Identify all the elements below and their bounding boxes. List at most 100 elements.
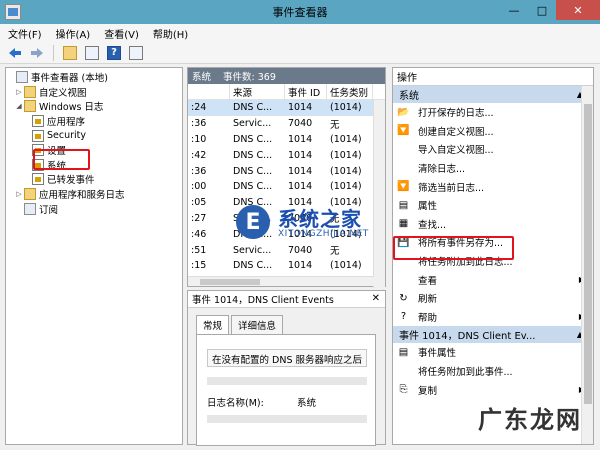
action-properties[interactable]: ▤ 属性 (393, 196, 593, 215)
table-cell: DNS C... (233, 102, 273, 114)
table-cell: :36 (191, 118, 207, 130)
clear-log-icon (397, 162, 410, 174)
detail-scrollbar[interactable] (207, 415, 367, 423)
back-arrow-icon[interactable] (6, 44, 24, 62)
menu-action[interactable]: 操作(A) (56, 26, 91, 41)
column-header-task-category[interactable]: 任务类别 (327, 84, 373, 99)
table-row[interactable]: :36 DNS C... 1014 (1014) (188, 163, 385, 179)
tree-subscriptions[interactable]: 订阅 (6, 201, 182, 216)
menu-bar: 文件(F) 操作(A) 查看(V) 帮助(H) (0, 24, 600, 42)
table-cell: DNS C... (233, 181, 273, 193)
expand-arrow-icon[interactable]: ▷ (14, 88, 24, 96)
tree-item-security[interactable]: Security (6, 128, 182, 143)
menu-view[interactable]: 查看(V) (104, 26, 139, 41)
table-cell: :00 (191, 181, 207, 193)
maximize-button[interactable]: □ (528, 0, 556, 20)
table-row[interactable]: :51 Servic... 7040 无 (188, 242, 385, 258)
action-help[interactable]: ?帮助▶ (393, 308, 593, 327)
watermark-logo: E (236, 205, 270, 239)
tree-item-application[interactable]: 应用程序 (6, 114, 182, 129)
action-refresh[interactable]: ↻ 刷新 (393, 289, 593, 308)
tab-details[interactable]: 详细信息 (231, 315, 284, 335)
section-event[interactable]: 事件 1014，DNS Client Ev... ▲ (393, 326, 593, 344)
table-row[interactable]: :10 DNS C... 1014 (1014) (188, 132, 385, 148)
event-list-header: 系统 事件数: 369 (188, 68, 385, 84)
action-create-custom-view[interactable]: 🔽 创建自定义视图... (393, 122, 593, 141)
watermark-text: 系统之家 (278, 207, 362, 231)
action-filter-current-log[interactable]: 🔽 筛选当前日志... (393, 177, 593, 196)
attach-task-to-event-icon (397, 365, 410, 377)
folder-up-icon[interactable] (61, 44, 79, 62)
action-attach-task-to-event[interactable]: 将任务附加到此事件... (393, 362, 593, 381)
action-open-saved-log[interactable]: 📂 打开保存的日志... (393, 103, 593, 122)
folder-icon (24, 100, 36, 113)
action-label: 帮助 (418, 312, 438, 324)
minimize-button[interactable]: — (500, 0, 528, 20)
message-scrollbar[interactable] (207, 377, 367, 385)
column-header-time[interactable] (188, 84, 230, 99)
event-actions: ▤ 事件属性将任务附加到此事件...⎘复制▶ (393, 343, 593, 399)
action-label: 查找... (418, 219, 447, 231)
horizontal-scrollbar[interactable] (188, 276, 374, 286)
table-row[interactable]: :42 DNS C... 1014 (1014) (188, 147, 385, 163)
table-row[interactable]: :00 DNS C... 1014 (1014) (188, 179, 385, 195)
table-cell: 无 (330, 119, 340, 131)
column-header-source[interactable]: 来源 (230, 84, 285, 99)
tree-apps-services[interactable]: ▷ 应用程序和服务日志 (6, 187, 182, 202)
log-name-label: 日志名称(M): (207, 398, 264, 409)
actions-scrollbar[interactable] (581, 86, 593, 444)
log-icon (32, 115, 44, 128)
column-header-event-id[interactable]: 事件 ID (285, 84, 327, 99)
expand-arrow-icon[interactable]: ▷ (14, 190, 24, 198)
show-hide-tree-icon[interactable] (83, 44, 101, 62)
table-cell: (1014) (330, 133, 362, 145)
table-cell: 1014 (288, 181, 313, 193)
vertical-scrollbar[interactable] (373, 100, 385, 288)
tree-item-forwarded-events[interactable]: 已转发事件 (6, 172, 182, 187)
section-system[interactable]: 系统 ▲ (393, 86, 593, 103)
table-cell: DNS C... (233, 149, 273, 161)
forward-arrow-icon[interactable] (28, 44, 46, 62)
event-properties-icon: ▤ (398, 346, 409, 358)
action-view[interactable]: 查看▶ (393, 270, 593, 289)
table-row[interactable]: :36 Servic... 7040 无 (188, 116, 385, 132)
action-label: 事件属性 (418, 348, 457, 360)
import-custom-view-icon (397, 143, 410, 155)
action-import-custom-view[interactable]: 导入自定义视图... (393, 140, 593, 159)
menu-file[interactable]: 文件(F) (8, 26, 42, 41)
tree-custom-views[interactable]: ▷ 自定义视图 (6, 85, 182, 100)
copy-icon: ⎘ (399, 384, 408, 396)
collapse-arrow-icon[interactable]: ◢ (14, 102, 24, 110)
action-copy[interactable]: ⎘复制▶ (393, 380, 593, 399)
corner-watermark: 广东龙网 (478, 406, 582, 434)
watermark-subtext: XITONGZHIJIA.NET (278, 229, 369, 239)
show-hide-action-pane-icon[interactable] (127, 44, 145, 62)
highlight-save-all-annotation (393, 236, 514, 260)
event-list-pane: 系统 事件数: 369 来源 事件 ID 任务类别 :24 DNS C... 101… (187, 67, 386, 288)
table-cell: 1014 (288, 260, 313, 272)
action-label: 导入自定义视图... (418, 145, 494, 157)
tab-general[interactable]: 常规 (196, 315, 230, 335)
table-row[interactable]: :15 DNS C... 1014 (1014) (188, 258, 385, 274)
menu-help[interactable]: 帮助(H) (153, 26, 188, 41)
filter-current-log-icon: 🔽 (397, 181, 410, 193)
close-icon[interactable]: ✕ (372, 293, 380, 304)
action-event-properties[interactable]: ▤ 事件属性 (393, 343, 593, 362)
help-icon[interactable]: ? (105, 44, 123, 62)
action-find[interactable]: ▦ 查找... (393, 215, 593, 234)
event-message[interactable]: 在没有配置的 DNS 服务器响应之后 (207, 349, 367, 367)
toolbar: ? (0, 42, 600, 64)
table-cell: :05 (191, 197, 207, 209)
close-button[interactable]: ✕ (556, 0, 600, 20)
open-saved-log-icon: 📂 (397, 106, 410, 118)
action-clear-log[interactable]: 清除日志... (393, 159, 593, 178)
tree-root[interactable]: 事件查看器 (本地) (6, 70, 182, 85)
window-controls: — □ ✕ (500, 0, 600, 20)
detail-tabs: 常规 详细信息 (196, 315, 285, 335)
log-name: 系统 (192, 72, 212, 83)
tree-windows-logs[interactable]: ◢ Windows 日志 (6, 99, 182, 114)
table-row[interactable]: :24 DNS C... 1014 (1014) (188, 100, 385, 116)
create-custom-view-icon: 🔽 (397, 125, 410, 137)
table-cell: 1014 (288, 133, 313, 145)
table-cell: :27 (191, 212, 207, 224)
